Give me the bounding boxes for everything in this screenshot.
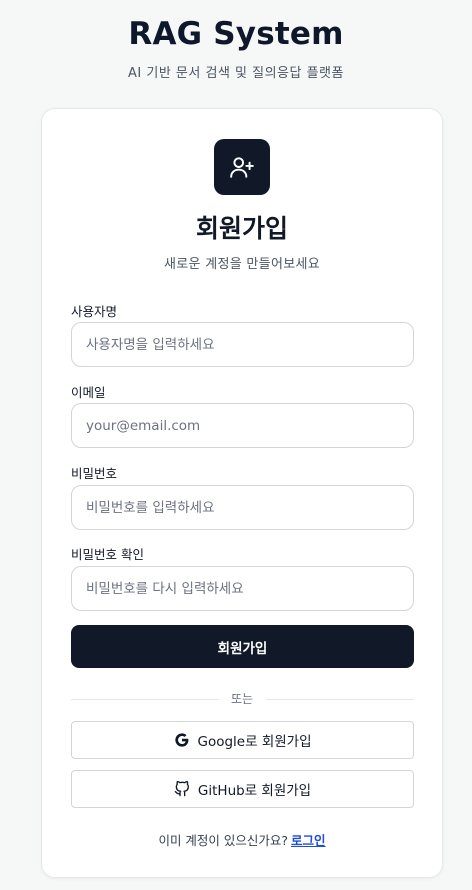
- divider-line-right: [266, 699, 414, 700]
- password-label: 비밀번호: [71, 466, 118, 481]
- google-signup-label: Google로 회원가입: [197, 734, 312, 750]
- page-header: RAG System AI 기반 문서 검색 및 질의응답 플랫폼: [0, 0, 472, 81]
- email-input[interactable]: [71, 403, 414, 448]
- password-input[interactable]: [71, 485, 414, 530]
- username-input[interactable]: [71, 322, 414, 367]
- signup-card: 회원가입 새로운 계정을 만들어보세요 사용자명 이메일 비밀번호 비밀번호 확…: [41, 108, 443, 878]
- login-prompt: 이미 계정이 있으신가요? 로그인: [42, 830, 442, 849]
- app-subtitle: AI 기반 문서 검색 및 질의응답 플랫폼: [128, 66, 344, 81]
- username-label: 사용자명: [71, 304, 118, 319]
- card-subtitle: 새로운 계정을 만들어보세요: [164, 257, 320, 272]
- password-confirm-label: 비밀번호 확인: [71, 547, 144, 562]
- email-label: 이메일: [71, 385, 106, 400]
- google-signup-button[interactable]: Google로 회원가입: [71, 721, 414, 759]
- github-icon: [174, 781, 190, 797]
- google-icon: [174, 732, 190, 748]
- login-link[interactable]: 로그인: [291, 833, 326, 848]
- app-title: RAG System: [128, 16, 344, 52]
- github-signup-button[interactable]: GitHub로 회원가입: [71, 770, 414, 808]
- user-plus-icon: [214, 139, 270, 195]
- password-confirm-input[interactable]: [71, 566, 414, 611]
- login-prompt-text: 이미 계정이 있으신가요?: [158, 833, 289, 848]
- signup-button[interactable]: 회원가입: [71, 625, 414, 668]
- card-title: 회원가입: [195, 214, 288, 243]
- github-signup-label: GitHub로 회원가입: [197, 783, 312, 799]
